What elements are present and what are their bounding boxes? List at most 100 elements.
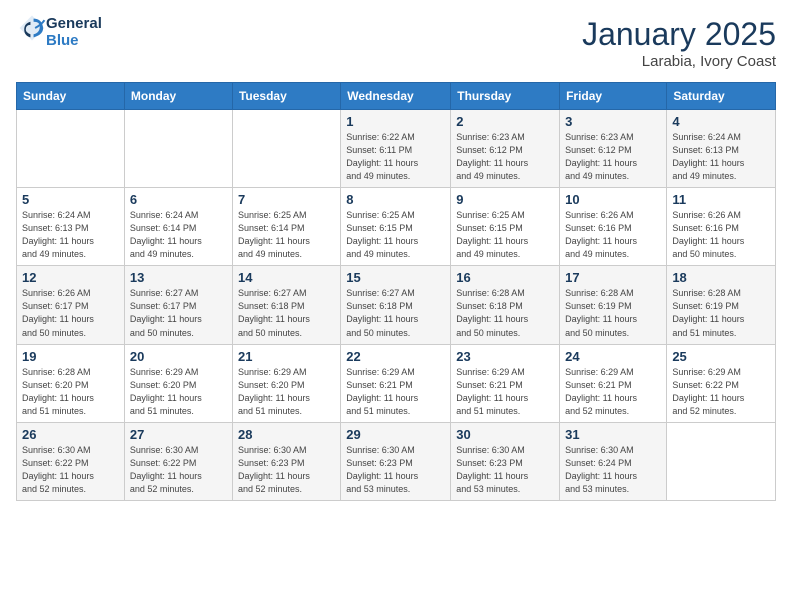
weekday-header-monday: Monday	[124, 83, 232, 110]
calendar-cell: 7 Sunrise: 6:25 AM Sunset: 6:14 PM Daylig…	[232, 188, 340, 266]
title-block: January 2025 Larabia, Ivory Coast	[582, 16, 776, 70]
calendar-cell: 26 Sunrise: 6:30 AM Sunset: 6:22 PM Dayli…	[17, 422, 125, 500]
day-number: 12	[22, 270, 119, 285]
day-info: Sunrise: 6:27 AM Sunset: 6:18 PM Dayligh…	[346, 287, 445, 339]
day-number: 18	[672, 270, 770, 285]
day-info: Sunrise: 6:24 AM Sunset: 6:13 PM Dayligh…	[22, 209, 119, 261]
day-number: 23	[456, 349, 554, 364]
day-number: 13	[130, 270, 227, 285]
location-title: Larabia, Ivory Coast	[582, 53, 776, 70]
calendar-cell: 28Sunrise: 6:30 AM Sunset: 6:23 PM Dayli…	[232, 422, 340, 500]
day-number: 20	[130, 349, 227, 364]
day-info: Sunrise: 6:24 AM Sunset: 6:13 PM Dayligh…	[672, 131, 770, 183]
day-number: 7	[238, 192, 335, 207]
day-info: Sunrise: 6:28 AM Sunset: 6:19 PM Dayligh…	[565, 287, 661, 339]
day-number: 19	[22, 349, 119, 364]
day-number: 4	[672, 114, 770, 129]
day-info: Sunrise: 6:30 AM Sunset: 6:22 PM Dayligh…	[130, 444, 227, 496]
weekday-header-tuesday: Tuesday	[232, 83, 340, 110]
day-number: 26	[22, 427, 119, 442]
calendar-cell: 2Sunrise: 6:23 AM Sunset: 6:12 PM Daylig…	[451, 110, 560, 188]
calendar-cell: 9Sunrise: 6:25 AM Sunset: 6:15 PM Daylig…	[451, 188, 560, 266]
calendar-cell: 12 Sunrise: 6:26 AM Sunset: 6:17 PM Dayli…	[17, 266, 125, 344]
weekday-header-thursday: Thursday	[451, 83, 560, 110]
logo-text-blue: Blue	[46, 33, 102, 50]
day-info: Sunrise: 6:25 AM Sunset: 6:14 PM Dayligh…	[238, 209, 335, 261]
day-info: Sunrise: 6:29 AM Sunset: 6:21 PM Dayligh…	[456, 366, 554, 418]
day-info: Sunrise: 6:24 AM Sunset: 6:14 PM Dayligh…	[130, 209, 227, 261]
calendar-cell: 17 Sunrise: 6:28 AM Sunset: 6:19 PM Dayli…	[560, 266, 667, 344]
calendar-cell	[667, 422, 776, 500]
day-number: 31	[565, 427, 661, 442]
calendar-cell: 13 Sunrise: 6:27 AM Sunset: 6:17 PM Dayli…	[124, 266, 232, 344]
day-number: 24	[565, 349, 661, 364]
calendar-cell: 6 Sunrise: 6:24 AM Sunset: 6:14 PM Daylig…	[124, 188, 232, 266]
day-number: 21	[238, 349, 335, 364]
day-info: Sunrise: 6:30 AM Sunset: 6:23 PM Dayligh…	[346, 444, 445, 496]
day-info: Sunrise: 6:29 AM Sunset: 6:20 PM Dayligh…	[238, 366, 335, 418]
calendar-cell: 18 Sunrise: 6:28 AM Sunset: 6:19 PM Dayli…	[667, 266, 776, 344]
calendar-cell: 16Sunrise: 6:28 AM Sunset: 6:18 PM Dayli…	[451, 266, 560, 344]
day-info: Sunrise: 6:28 AM Sunset: 6:19 PM Dayligh…	[672, 287, 770, 339]
calendar-week-2: 5 Sunrise: 6:24 AM Sunset: 6:13 PM Daylig…	[17, 188, 776, 266]
day-info: Sunrise: 6:26 AM Sunset: 6:16 PM Dayligh…	[672, 209, 770, 261]
day-info: Sunrise: 6:28 AM Sunset: 6:20 PM Dayligh…	[22, 366, 119, 418]
calendar-cell: 14Sunrise: 6:27 AM Sunset: 6:18 PM Dayli…	[232, 266, 340, 344]
day-number: 10	[565, 192, 661, 207]
calendar-cell: 3Sunrise: 6:23 AM Sunset: 6:12 PM Daylig…	[560, 110, 667, 188]
calendar-cell: 29 Sunrise: 6:30 AM Sunset: 6:23 PM Dayli…	[341, 422, 451, 500]
day-number: 17	[565, 270, 661, 285]
day-number: 27	[130, 427, 227, 442]
day-info: Sunrise: 6:29 AM Sunset: 6:21 PM Dayligh…	[346, 366, 445, 418]
calendar-cell: 8 Sunrise: 6:25 AM Sunset: 6:15 PM Daylig…	[341, 188, 451, 266]
logo-icon	[18, 14, 46, 42]
calendar-week-3: 12 Sunrise: 6:26 AM Sunset: 6:17 PM Dayli…	[17, 266, 776, 344]
calendar-cell: 25 Sunrise: 6:29 AM Sunset: 6:22 PM Dayli…	[667, 344, 776, 422]
header: General Blue January 2025 Larabia, Ivory…	[16, 16, 776, 70]
day-info: Sunrise: 6:27 AM Sunset: 6:17 PM Dayligh…	[130, 287, 227, 339]
day-info: Sunrise: 6:26 AM Sunset: 6:16 PM Dayligh…	[565, 209, 661, 261]
weekday-header-friday: Friday	[560, 83, 667, 110]
calendar-week-1: 1 Sunrise: 6:22 AM Sunset: 6:11 PM Daylig…	[17, 110, 776, 188]
calendar-cell: 15 Sunrise: 6:27 AM Sunset: 6:18 PM Dayli…	[341, 266, 451, 344]
day-number: 29	[346, 427, 445, 442]
day-info: Sunrise: 6:30 AM Sunset: 6:23 PM Dayligh…	[456, 444, 554, 496]
calendar-cell: 1 Sunrise: 6:22 AM Sunset: 6:11 PM Daylig…	[341, 110, 451, 188]
day-info: Sunrise: 6:30 AM Sunset: 6:23 PM Dayligh…	[238, 444, 335, 496]
day-info: Sunrise: 6:26 AM Sunset: 6:17 PM Dayligh…	[22, 287, 119, 339]
page: General Blue January 2025 Larabia, Ivory…	[0, 0, 792, 612]
day-info: Sunrise: 6:30 AM Sunset: 6:22 PM Dayligh…	[22, 444, 119, 496]
day-number: 22	[346, 349, 445, 364]
calendar-cell	[232, 110, 340, 188]
calendar-cell: 22 Sunrise: 6:29 AM Sunset: 6:21 PM Dayli…	[341, 344, 451, 422]
day-info: Sunrise: 6:29 AM Sunset: 6:20 PM Dayligh…	[130, 366, 227, 418]
day-number: 15	[346, 270, 445, 285]
calendar-cell	[17, 110, 125, 188]
day-info: Sunrise: 6:22 AM Sunset: 6:11 PM Dayligh…	[346, 131, 445, 183]
calendar-cell: 27 Sunrise: 6:30 AM Sunset: 6:22 PM Dayli…	[124, 422, 232, 500]
day-number: 8	[346, 192, 445, 207]
calendar-cell: 21 Sunrise: 6:29 AM Sunset: 6:20 PM Dayli…	[232, 344, 340, 422]
day-number: 1	[346, 114, 445, 129]
day-number: 9	[456, 192, 554, 207]
weekday-header-saturday: Saturday	[667, 83, 776, 110]
calendar-cell: 23 Sunrise: 6:29 AM Sunset: 6:21 PM Dayli…	[451, 344, 560, 422]
day-info: Sunrise: 6:29 AM Sunset: 6:21 PM Dayligh…	[565, 366, 661, 418]
day-number: 14	[238, 270, 335, 285]
day-number: 6	[130, 192, 227, 207]
day-number: 25	[672, 349, 770, 364]
calendar-table: SundayMondayTuesdayWednesdayThursdayFrid…	[16, 82, 776, 501]
calendar-cell	[124, 110, 232, 188]
calendar-cell: 10 Sunrise: 6:26 AM Sunset: 6:16 PM Dayli…	[560, 188, 667, 266]
day-info: Sunrise: 6:30 AM Sunset: 6:24 PM Dayligh…	[565, 444, 661, 496]
calendar-cell: 30 Sunrise: 6:30 AM Sunset: 6:23 PM Dayli…	[451, 422, 560, 500]
day-number: 30	[456, 427, 554, 442]
calendar-cell: 19 Sunrise: 6:28 AM Sunset: 6:20 PM Dayli…	[17, 344, 125, 422]
logo: General Blue	[16, 16, 102, 49]
calendar-cell: 4 Sunrise: 6:24 AM Sunset: 6:13 PM Daylig…	[667, 110, 776, 188]
day-number: 5	[22, 192, 119, 207]
calendar-cell: 20 Sunrise: 6:29 AM Sunset: 6:20 PM Dayli…	[124, 344, 232, 422]
calendar-cell: 11Sunrise: 6:26 AM Sunset: 6:16 PM Dayli…	[667, 188, 776, 266]
day-info: Sunrise: 6:29 AM Sunset: 6:22 PM Dayligh…	[672, 366, 770, 418]
day-info: Sunrise: 6:25 AM Sunset: 6:15 PM Dayligh…	[346, 209, 445, 261]
